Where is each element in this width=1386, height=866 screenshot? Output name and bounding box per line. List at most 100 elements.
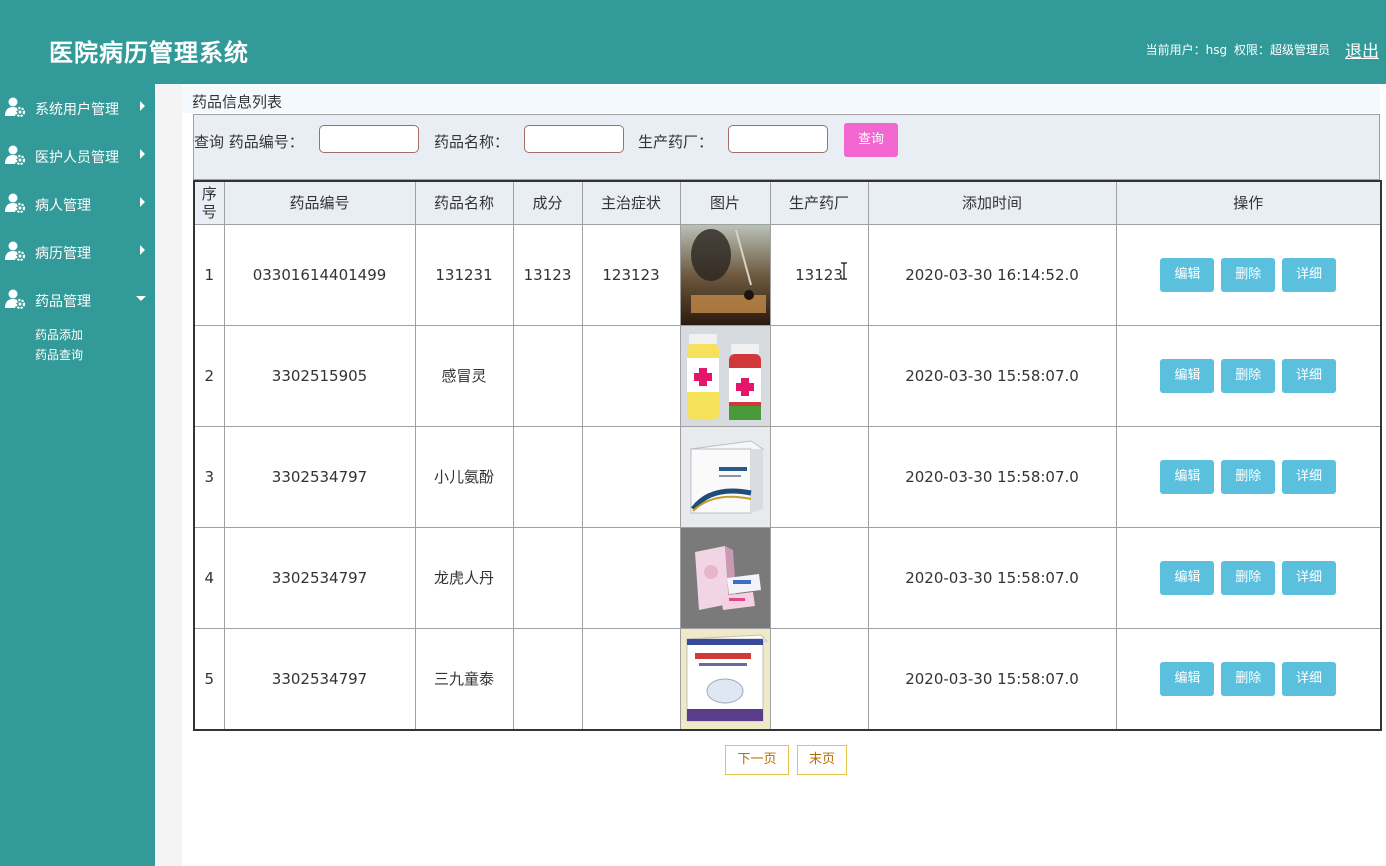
cell-time: 2020-03-30 15:58:07.0 xyxy=(867,324,1117,427)
cell-actions: 编辑 删除 详细 xyxy=(1115,223,1382,326)
detail-button[interactable]: 详细 xyxy=(1282,257,1337,292)
page-title-bar: 药品信息列表 xyxy=(182,86,1380,113)
app-title: 医院病历管理系统 xyxy=(49,38,249,67)
sidebar-item-label: 病历管理 xyxy=(35,246,91,262)
cell-code: 3302515905 xyxy=(223,324,416,427)
cell-time: 2020-03-30 15:58:07.0 xyxy=(867,526,1117,629)
cell-name: 龙虎人丹 xyxy=(414,526,514,629)
detail-button[interactable]: 详细 xyxy=(1282,560,1337,595)
factory-input[interactable] xyxy=(728,125,828,153)
sidebar-item-medical-records[interactable]: 病历管理 xyxy=(0,236,155,266)
top-header: 医院病历管理系统 当前用户：hsg 权限：超级管理员 退出 xyxy=(0,0,1386,84)
cell-actions: 编辑 删除 详细 xyxy=(1115,526,1382,629)
sidebar-item-label: 病人管理 xyxy=(35,198,91,214)
cell-image xyxy=(679,627,771,730)
cell-ingredient xyxy=(512,425,583,528)
header-name: 药品名称 xyxy=(414,180,514,225)
cell-time: 2020-03-30 16:14:52.0 xyxy=(867,223,1117,326)
edit-button[interactable]: 编辑 xyxy=(1160,257,1215,292)
cell-symptom xyxy=(581,425,681,528)
cell-factory xyxy=(769,526,869,629)
factory-label: 生产药厂： xyxy=(638,133,714,151)
sidebar-subitem-drug-add[interactable]: 药品添加 xyxy=(35,326,83,343)
drug-code-label: 查询 药品编号： xyxy=(194,133,304,151)
cell-ingredient xyxy=(512,324,583,427)
sidebar-item-drugs[interactable]: 药品管理 xyxy=(0,284,155,314)
cell-name: 三九童泰 xyxy=(414,627,514,730)
content-gutter xyxy=(155,84,182,866)
cell-symptom xyxy=(581,526,681,629)
chevron-right-icon xyxy=(140,101,145,111)
header-image: 图片 xyxy=(679,180,771,225)
cell-actions: 编辑 删除 详细 xyxy=(1115,324,1382,427)
detail-button[interactable]: 详细 xyxy=(1282,358,1337,393)
medicine-package-photo xyxy=(680,628,770,729)
delete-button[interactable]: 删除 xyxy=(1221,459,1276,494)
pill-bottles-photo xyxy=(680,325,770,426)
chevron-right-icon xyxy=(140,149,145,159)
cell-code: 03301614401499 xyxy=(223,223,416,326)
current-user-label: 当前用户：hsg xyxy=(1145,43,1228,57)
next-page-button[interactable]: 下一页 xyxy=(725,745,789,775)
user-gear-icon xyxy=(5,97,26,118)
edit-button[interactable]: 编辑 xyxy=(1160,459,1215,494)
delete-button[interactable]: 删除 xyxy=(1221,358,1276,393)
cell-index: 2 xyxy=(193,324,225,427)
delete-button[interactable]: 删除 xyxy=(1221,661,1276,696)
last-page-button[interactable]: 末页 xyxy=(797,745,847,775)
sidebar-item-medical-staff[interactable]: 医护人员管理 xyxy=(0,140,155,170)
cell-time: 2020-03-30 15:58:07.0 xyxy=(867,425,1117,528)
edit-button[interactable]: 编辑 xyxy=(1160,661,1215,696)
sidebar-subitem-drug-query[interactable]: 药品查询 xyxy=(35,346,83,363)
header-ingredient: 成分 xyxy=(512,180,583,225)
sidebar-item-system-users[interactable]: 系统用户管理 xyxy=(0,92,155,122)
cell-image xyxy=(679,425,771,528)
delete-button[interactable]: 删除 xyxy=(1221,257,1276,292)
drug-table: 序号 药品编号 药品名称 成分 主治症状 图片 生产药厂 添加时间 操作 1 0… xyxy=(193,180,1382,731)
user-gear-icon xyxy=(5,193,26,214)
cell-code: 3302534797 xyxy=(223,627,416,730)
edit-button[interactable]: 编辑 xyxy=(1160,358,1215,393)
header-index: 序号 xyxy=(193,180,225,225)
page-title: 药品信息列表 xyxy=(192,93,283,111)
permission-label: 权限：超级管理员 xyxy=(1233,43,1330,57)
cell-name: 感冒灵 xyxy=(414,324,514,427)
edit-button[interactable]: 编辑 xyxy=(1160,560,1215,595)
cell-factory xyxy=(769,324,869,427)
cell-index: 4 xyxy=(193,526,225,629)
drug-code-input[interactable] xyxy=(319,125,419,153)
header-actions: 操作 xyxy=(1115,180,1382,225)
user-gear-icon xyxy=(5,241,26,262)
detail-button[interactable]: 详细 xyxy=(1282,661,1337,696)
table-row: 2 3302515905 感冒灵 2020-03-30 15:58:07.0 编… xyxy=(193,324,1382,427)
text-cursor-icon xyxy=(841,262,847,280)
detail-button[interactable]: 详细 xyxy=(1282,459,1337,494)
search-bar: 查询 药品编号： 药品名称： 生产药厂： 查询 xyxy=(193,114,1380,180)
logout-link[interactable]: 退出 xyxy=(1345,37,1379,62)
delete-button[interactable]: 删除 xyxy=(1221,560,1276,595)
cell-actions: 编辑 删除 详细 xyxy=(1115,425,1382,528)
cell-symptom xyxy=(581,627,681,730)
table-row: 4 3302534797 龙虎人丹 2020-03-30 15:58:07.0 xyxy=(193,526,1382,629)
sidebar-item-label: 系统用户管理 xyxy=(35,102,119,118)
sidebar-item-patients[interactable]: 病人管理 xyxy=(0,188,155,218)
cell-name: 小儿氨酚 xyxy=(414,425,514,528)
cell-factory xyxy=(769,627,869,730)
cell-image xyxy=(679,324,771,427)
table-header-row: 序号 药品编号 药品名称 成分 主治症状 图片 生产药厂 添加时间 操作 xyxy=(193,180,1382,225)
cell-index: 5 xyxy=(193,627,225,730)
header-time: 添加时间 xyxy=(867,180,1117,225)
cell-image xyxy=(679,526,771,629)
cell-factory xyxy=(769,425,869,528)
header-factory: 生产药厂 xyxy=(769,180,869,225)
cosmetic-boxes-photo xyxy=(680,527,770,628)
table-row: 1 03301614401499 131231 13123 123123 131… xyxy=(193,223,1382,326)
user-gear-icon xyxy=(5,145,26,166)
query-button[interactable]: 查询 xyxy=(844,123,898,157)
table-row: 3 3302534797 小儿氨酚 2020-03-30 15:58:07.0 xyxy=(193,425,1382,528)
cell-index: 1 xyxy=(193,223,225,326)
drug-name-input[interactable] xyxy=(524,125,624,153)
cell-time: 2020-03-30 15:58:07.0 xyxy=(867,627,1117,730)
header-symptom: 主治症状 xyxy=(581,180,681,225)
cell-ingredient: 13123 xyxy=(512,223,583,326)
